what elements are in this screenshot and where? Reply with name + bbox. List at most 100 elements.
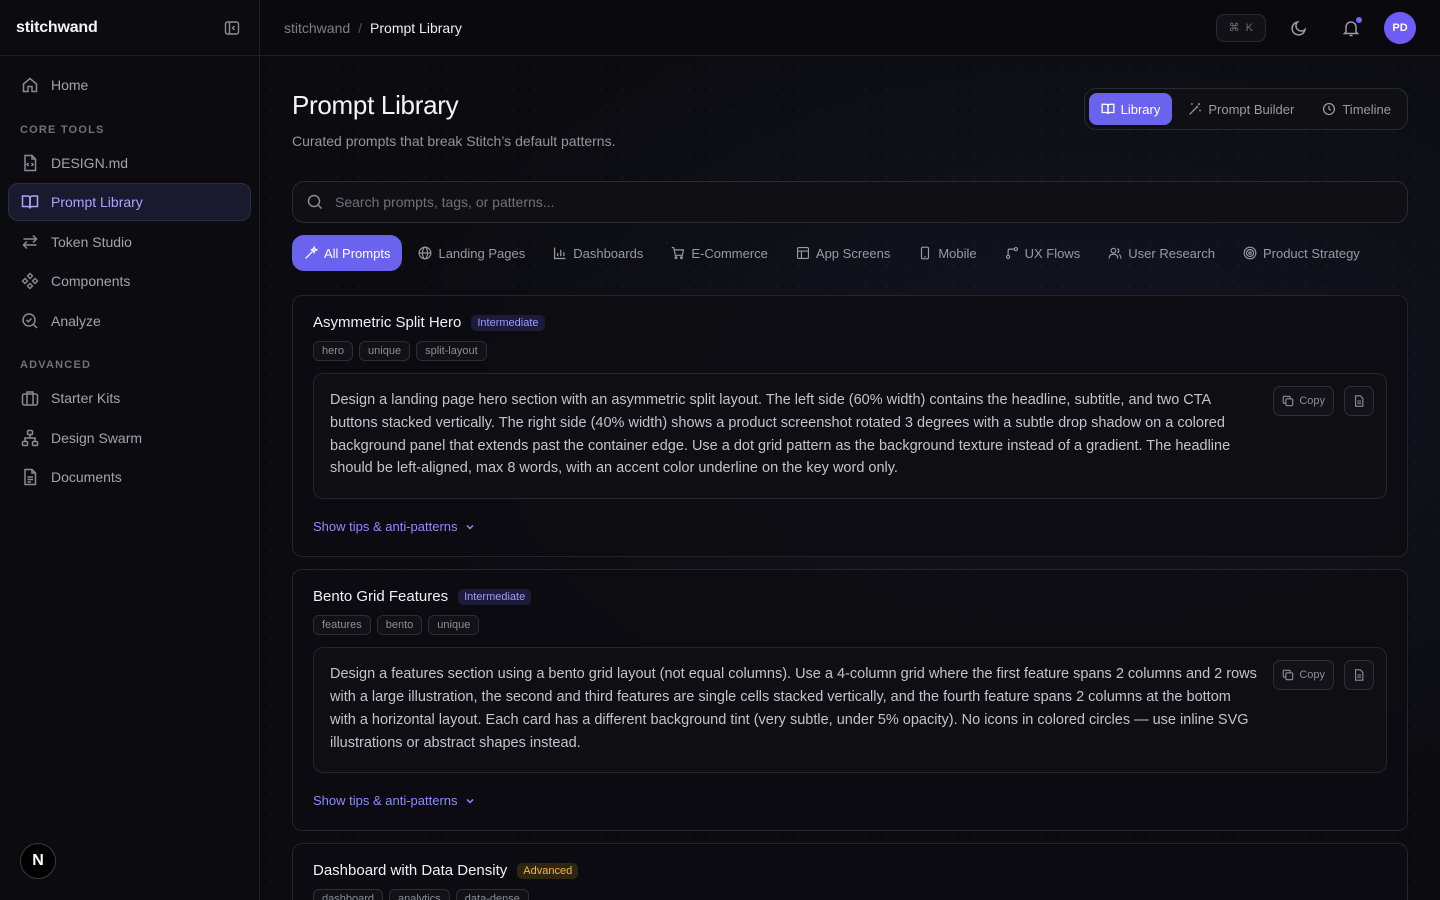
avatar[interactable]: PD	[1384, 11, 1416, 44]
briefcase-icon	[21, 389, 39, 407]
tab-prompt-builder[interactable]: Prompt Builder	[1176, 93, 1306, 125]
sidebar-item-analyze[interactable]: Analyze	[8, 302, 251, 340]
category-filters: All Prompts Landing Pages Dashboards E-C…	[292, 235, 1408, 271]
moon-icon	[1290, 19, 1308, 37]
filter-product-strategy[interactable]: Product Strategy	[1231, 235, 1372, 271]
shopping-cart-icon	[671, 246, 685, 260]
copy-button[interactable]: Copy	[1273, 386, 1334, 416]
sparkles-icon	[304, 246, 318, 260]
filter-ux-flows[interactable]: UX Flows	[993, 235, 1093, 271]
copy-button[interactable]: Copy	[1273, 660, 1334, 691]
copy-icon	[1282, 395, 1294, 407]
magic-wand-icon	[1188, 102, 1202, 116]
sidebar-item-documents[interactable]: Documents	[8, 458, 251, 496]
sidebar-item-label: Design Swarm	[51, 429, 143, 446]
sidebar-collapse-icon[interactable]	[221, 17, 243, 39]
sidebar-item-token-studio[interactable]: Token Studio	[8, 223, 251, 261]
smartphone-icon	[918, 246, 932, 260]
filter-label: App Screens	[815, 245, 891, 261]
copy-label: Copy	[1299, 395, 1325, 407]
breadcrumb-separator: /	[358, 19, 363, 36]
tab-timeline[interactable]: Timeline	[1310, 93, 1403, 125]
file-code-icon	[21, 154, 39, 172]
filter-label: Landing Pages	[438, 245, 526, 261]
tag-list: hero unique split-layout	[313, 341, 1387, 361]
filter-dashboards[interactable]: Dashboards	[541, 235, 655, 271]
search-bar	[292, 181, 1408, 223]
command-palette-button[interactable]: ⌘ K	[1215, 13, 1266, 42]
prompt-box: Design a landing page hero section with …	[313, 373, 1387, 500]
tab-label: Timeline	[1342, 101, 1391, 117]
theme-toggle-button[interactable]	[1280, 9, 1318, 47]
export-doc-button[interactable]	[1344, 386, 1374, 416]
sidebar-item-label: Home	[51, 77, 89, 93]
sidebar-item-starter-kits[interactable]: Starter Kits	[8, 379, 251, 417]
users-icon	[1108, 246, 1122, 260]
prompt-title: Asymmetric Split Hero	[313, 314, 462, 331]
tag[interactable]: unique	[359, 341, 411, 361]
book-icon	[1101, 102, 1115, 116]
show-tips-toggle[interactable]: Show tips & anti-patterns	[313, 519, 1387, 534]
tag[interactable]: dashboard	[313, 889, 383, 900]
sidebar-item-label: Prompt Library	[51, 194, 143, 210]
filter-label: E-Commerce	[691, 245, 768, 261]
chevron-down-icon	[464, 521, 476, 533]
filter-landing-pages[interactable]: Landing Pages	[406, 235, 537, 271]
git-branch-icon	[1005, 246, 1019, 260]
sidebar-nav: Home CORE TOOLS DESIGN.md Prompt Library…	[0, 56, 259, 496]
search-check-icon	[21, 312, 39, 330]
tab-library[interactable]: Library	[1088, 93, 1173, 125]
tab-label: Prompt Builder	[1208, 101, 1295, 117]
prompt-card: Dashboard with Data Density Advanced das…	[292, 843, 1408, 900]
breadcrumb-root[interactable]: stitchwand	[284, 20, 350, 36]
filter-label: User Research	[1128, 245, 1215, 261]
export-doc-button[interactable]	[1344, 660, 1374, 691]
breadcrumb: stitchwand / Prompt Library	[284, 20, 462, 36]
filter-all-prompts[interactable]: All Prompts	[292, 235, 403, 271]
document-icon	[21, 468, 39, 486]
tag[interactable]: analytics	[389, 889, 450, 900]
sidebar-item-label: Token Studio	[51, 233, 132, 250]
sidebar-item-label: Documents	[51, 469, 122, 485]
sidebar-item-prompt-library[interactable]: Prompt Library	[8, 183, 251, 221]
filter-app-screens[interactable]: App Screens	[784, 235, 902, 271]
search-input[interactable]	[335, 194, 1393, 210]
main-content: Prompt Library Curated prompts that brea…	[260, 56, 1440, 900]
filter-user-research[interactable]: User Research	[1096, 235, 1227, 271]
tips-label: Show tips & anti-patterns	[313, 793, 458, 809]
sidebar-item-components[interactable]: Components	[8, 262, 251, 300]
sidebar-item-home[interactable]: Home	[8, 66, 251, 104]
tips-label: Show tips & anti-patterns	[313, 519, 458, 535]
copy-label: Copy	[1299, 669, 1325, 682]
notifications-button[interactable]	[1332, 9, 1370, 47]
tag[interactable]: bento	[376, 615, 423, 636]
filter-e-commerce[interactable]: E-Commerce	[659, 235, 780, 271]
topbar-actions: ⌘ K PD	[1215, 9, 1416, 47]
document-icon	[1353, 669, 1365, 681]
tag[interactable]: split-layout	[416, 341, 487, 361]
prompt-title: Bento Grid Features	[313, 588, 449, 606]
filter-label: All Prompts	[324, 245, 391, 261]
notification-dot	[1355, 15, 1363, 24]
search-icon	[307, 194, 323, 210]
sidebar-item-design-swarm[interactable]: Design Swarm	[8, 419, 251, 457]
sidebar-item-label: DESIGN.md	[51, 154, 129, 171]
filter-mobile[interactable]: Mobile	[906, 235, 988, 271]
prompt-card: Asymmetric Split Hero Intermediate hero …	[292, 295, 1408, 558]
tag[interactable]: unique	[428, 615, 480, 636]
level-badge: Intermediate	[458, 588, 532, 605]
globe-icon	[418, 246, 432, 260]
show-tips-toggle[interactable]: Show tips & anti-patterns	[313, 793, 1387, 808]
shortcut-key: K	[1245, 21, 1253, 34]
sidebar-item-design-md[interactable]: DESIGN.md	[8, 144, 251, 182]
tag[interactable]: hero	[313, 341, 354, 361]
sidebar-item-label: Analyze	[51, 312, 101, 329]
tag[interactable]: features	[313, 615, 371, 636]
level-badge: Advanced	[517, 862, 579, 879]
framework-logo[interactable]: N	[20, 843, 56, 879]
tag[interactable]: data-dense	[455, 889, 529, 900]
bar-chart-icon	[553, 246, 567, 260]
nav-section-title: CORE TOOLS	[20, 123, 105, 136]
network-icon	[21, 429, 39, 447]
filter-label: Dashboards	[573, 245, 644, 261]
